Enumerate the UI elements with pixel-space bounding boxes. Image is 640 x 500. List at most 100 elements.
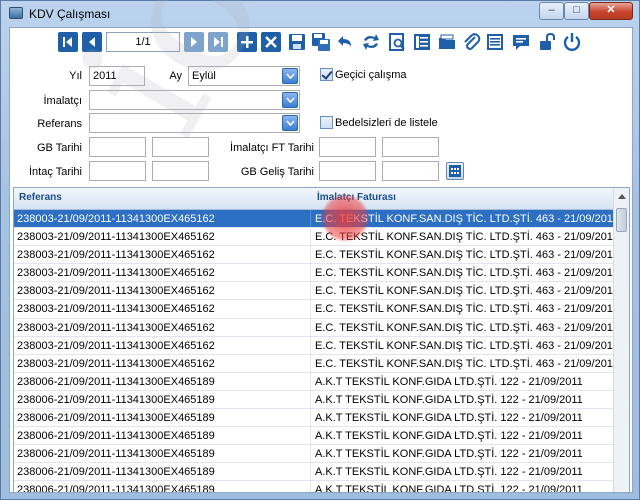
window-title: KDV Çalışması [29,7,111,21]
yil-label: Yıl [69,70,82,82]
column-divider [310,372,311,390]
referans-cell: 238003-21/09/2011-11341300EX465162 [17,303,215,316]
table-row[interactable]: 238003-21/09/2011-11341300EX465162 E.C. T… [14,264,618,283]
table-row[interactable]: 238006-21/09/2011-11341300EX465189 A.K.T … [14,390,614,410]
gb-gelis-start-field[interactable] [319,161,376,181]
close-button[interactable]: ✕ [589,2,633,20]
vertical-scrollbar[interactable] [613,188,629,492]
app-window: KDV Çalışması – □ ✕ 1/1 Yıl 2011 Ay Eylü… [0,0,640,500]
imalatci-faturasi-cell: A.K.T TEKSTİL KONF.GIDA LTD.ŞTİ. 122 - 2… [315,412,583,425]
scroll-up-icon[interactable] [618,194,626,199]
ay-label: Ay [169,70,182,82]
save-all-icon[interactable] [311,32,331,52]
scrollbar-thumb[interactable] [616,208,627,232]
imalatci-faturasi-cell: A.K.T TEKSTİL KONF.GIDA LTD.ŞTİ. 122 - 2… [315,484,583,493]
intac-tarihi-label: İntaç Tarihi [29,166,82,178]
table-row[interactable]: 238003-21/09/2011-11341300EX465162 E.C. T… [14,354,618,373]
table-row[interactable]: 238003-21/09/2011-11341300EX465162 E.C. T… [14,282,618,301]
delete-icon[interactable] [261,32,281,52]
imalatci-faturasi-cell: A.K.T TEKSTİL KONF.GIDA LTD.ŞTİ. 122 - 2… [315,466,583,479]
imalatci-select[interactable] [89,90,300,110]
column-divider [310,246,311,264]
imalatci-faturasi-cell: E.C. TEKSTİL KONF.SAN.DIŞ TİC. LTD.ŞTİ. … [315,303,619,316]
table-row[interactable]: 238006-21/09/2011-11341300EX465189 A.K.T … [14,463,614,482]
table-row[interactable]: 238006-21/09/2011-11341300EX465189 A.K.T … [14,481,614,493]
imalatci-faturasi-cell: E.C. TEKSTİL KONF.SAN.DIŞ TİC. LTD.ŞTİ. … [315,339,619,352]
referans-cell: 238003-21/09/2011-11341300EX465162 [17,285,215,298]
table-row[interactable]: 238006-21/09/2011-11341300EX465189 A.K.T … [14,427,614,446]
power-icon[interactable] [562,32,582,52]
table-row[interactable]: 238003-21/09/2011-11341300EX465162 E.C. T… [14,336,618,355]
folder-icon[interactable] [437,32,457,52]
gecici-checkbox[interactable] [320,68,333,81]
comment-icon[interactable] [511,32,531,52]
attach-icon[interactable] [461,32,481,52]
column-divider [310,228,311,246]
undo-icon[interactable] [335,32,355,52]
chevron-down-icon[interactable] [282,92,298,108]
imalatci-faturasi-cell: E.C. TEKSTİL KONF.SAN.DIŞ TİC. LTD.ŞTİ. … [315,231,619,244]
gb-tarihi-end-field[interactable] [152,137,209,157]
next-page-icon[interactable] [184,32,204,52]
ay-select-value: Eylül [192,70,216,82]
table-row[interactable]: 238003-21/09/2011-11341300EX465162 E.C. T… [14,318,618,337]
table-row[interactable]: 238003-21/09/2011-11341300EX465162 E.C. T… [14,210,618,229]
maximize-button[interactable]: □ [564,2,589,20]
list-icon[interactable] [412,32,432,52]
refresh-icon[interactable] [361,32,381,52]
add-icon[interactable] [237,32,257,52]
minimize-button[interactable]: – [539,2,564,20]
save-icon[interactable] [287,32,307,52]
table-row[interactable]: 238006-21/09/2011-11341300EX465189 A.K.T … [14,372,614,391]
intac-tarihi-start-field[interactable] [89,161,146,181]
referans-label: Referans [37,118,82,130]
referans-cell: 238003-21/09/2011-11341300EX465162 [17,339,215,352]
referans-cell: 238006-21/09/2011-11341300EX465189 [17,466,215,479]
imalatci-ft-end-field[interactable] [382,137,439,157]
column-header-imalatci-faturasi[interactable]: İmalatçı Faturası [317,192,396,203]
preview-icon[interactable] [387,32,407,52]
gb-tarihi-start-field[interactable] [89,137,146,157]
details-icon[interactable] [485,32,505,52]
lock-icon[interactable] [537,32,557,52]
yil-field[interactable]: 2011 [89,66,145,86]
imalatci-ft-start-field[interactable] [319,137,376,157]
bedelsiz-checkbox[interactable] [320,116,333,129]
imalatci-faturasi-cell: E.C. TEKSTİL KONF.SAN.DIŞ TİC. LTD.ŞTİ. … [315,267,619,280]
column-divider [310,282,311,300]
chevron-down-icon[interactable] [282,115,298,131]
gecici-label: Geçici çalışma [335,69,407,81]
table-row[interactable]: 238003-21/09/2011-11341300EX465162 E.C. T… [14,300,618,319]
ay-select[interactable]: Eylül [188,66,300,86]
table-row[interactable]: 238006-21/09/2011-11341300EX465189 A.K.T … [14,409,614,428]
referans-cell: 238003-21/09/2011-11341300EX465162 [17,357,215,370]
referans-cell: 238006-21/09/2011-11341300EX465189 [17,393,215,406]
column-header-referans[interactable]: Referans [19,192,62,203]
chevron-down-icon[interactable] [282,68,298,84]
prev-page-icon[interactable] [82,32,102,52]
column-divider [310,463,311,481]
bedelsiz-label: Bedelsizleri de listele [335,117,438,129]
referans-cell: 238006-21/09/2011-11341300EX465189 [17,484,215,493]
app-icon [9,7,23,19]
table-row[interactable]: 238003-21/09/2011-11341300EX465162 E.C. T… [14,228,618,247]
column-divider [310,427,311,445]
page-indicator[interactable]: 1/1 [106,32,180,52]
calendar-icon[interactable] [446,162,464,180]
first-page-icon[interactable] [58,32,78,52]
results-grid[interactable]: Referans İmalatçı Faturası 238003-21/09/… [13,187,630,493]
imalatci-ft-label: İmalatçı FT Tarihi [230,142,314,154]
table-row[interactable]: 238003-21/09/2011-11341300EX465162 E.C. T… [14,246,618,265]
referans-cell: 238006-21/09/2011-11341300EX465189 [17,412,215,425]
gb-tarihi-label: GB Tarihi [36,142,82,154]
referans-cell: 238003-21/09/2011-11341300EX465162 [17,249,215,262]
last-page-icon[interactable] [208,32,228,52]
column-divider [310,300,311,318]
imalatci-faturasi-cell: A.K.T TEKSTİL KONF.GIDA LTD.ŞTİ. 122 - 2… [315,430,583,443]
column-divider [310,336,311,354]
column-divider [310,481,311,492]
table-row[interactable]: 238006-21/09/2011-11341300EX465189 A.K.T … [14,445,614,464]
referans-select[interactable] [89,113,300,133]
gb-gelis-end-field[interactable] [382,161,439,181]
intac-tarihi-end-field[interactable] [152,161,209,181]
